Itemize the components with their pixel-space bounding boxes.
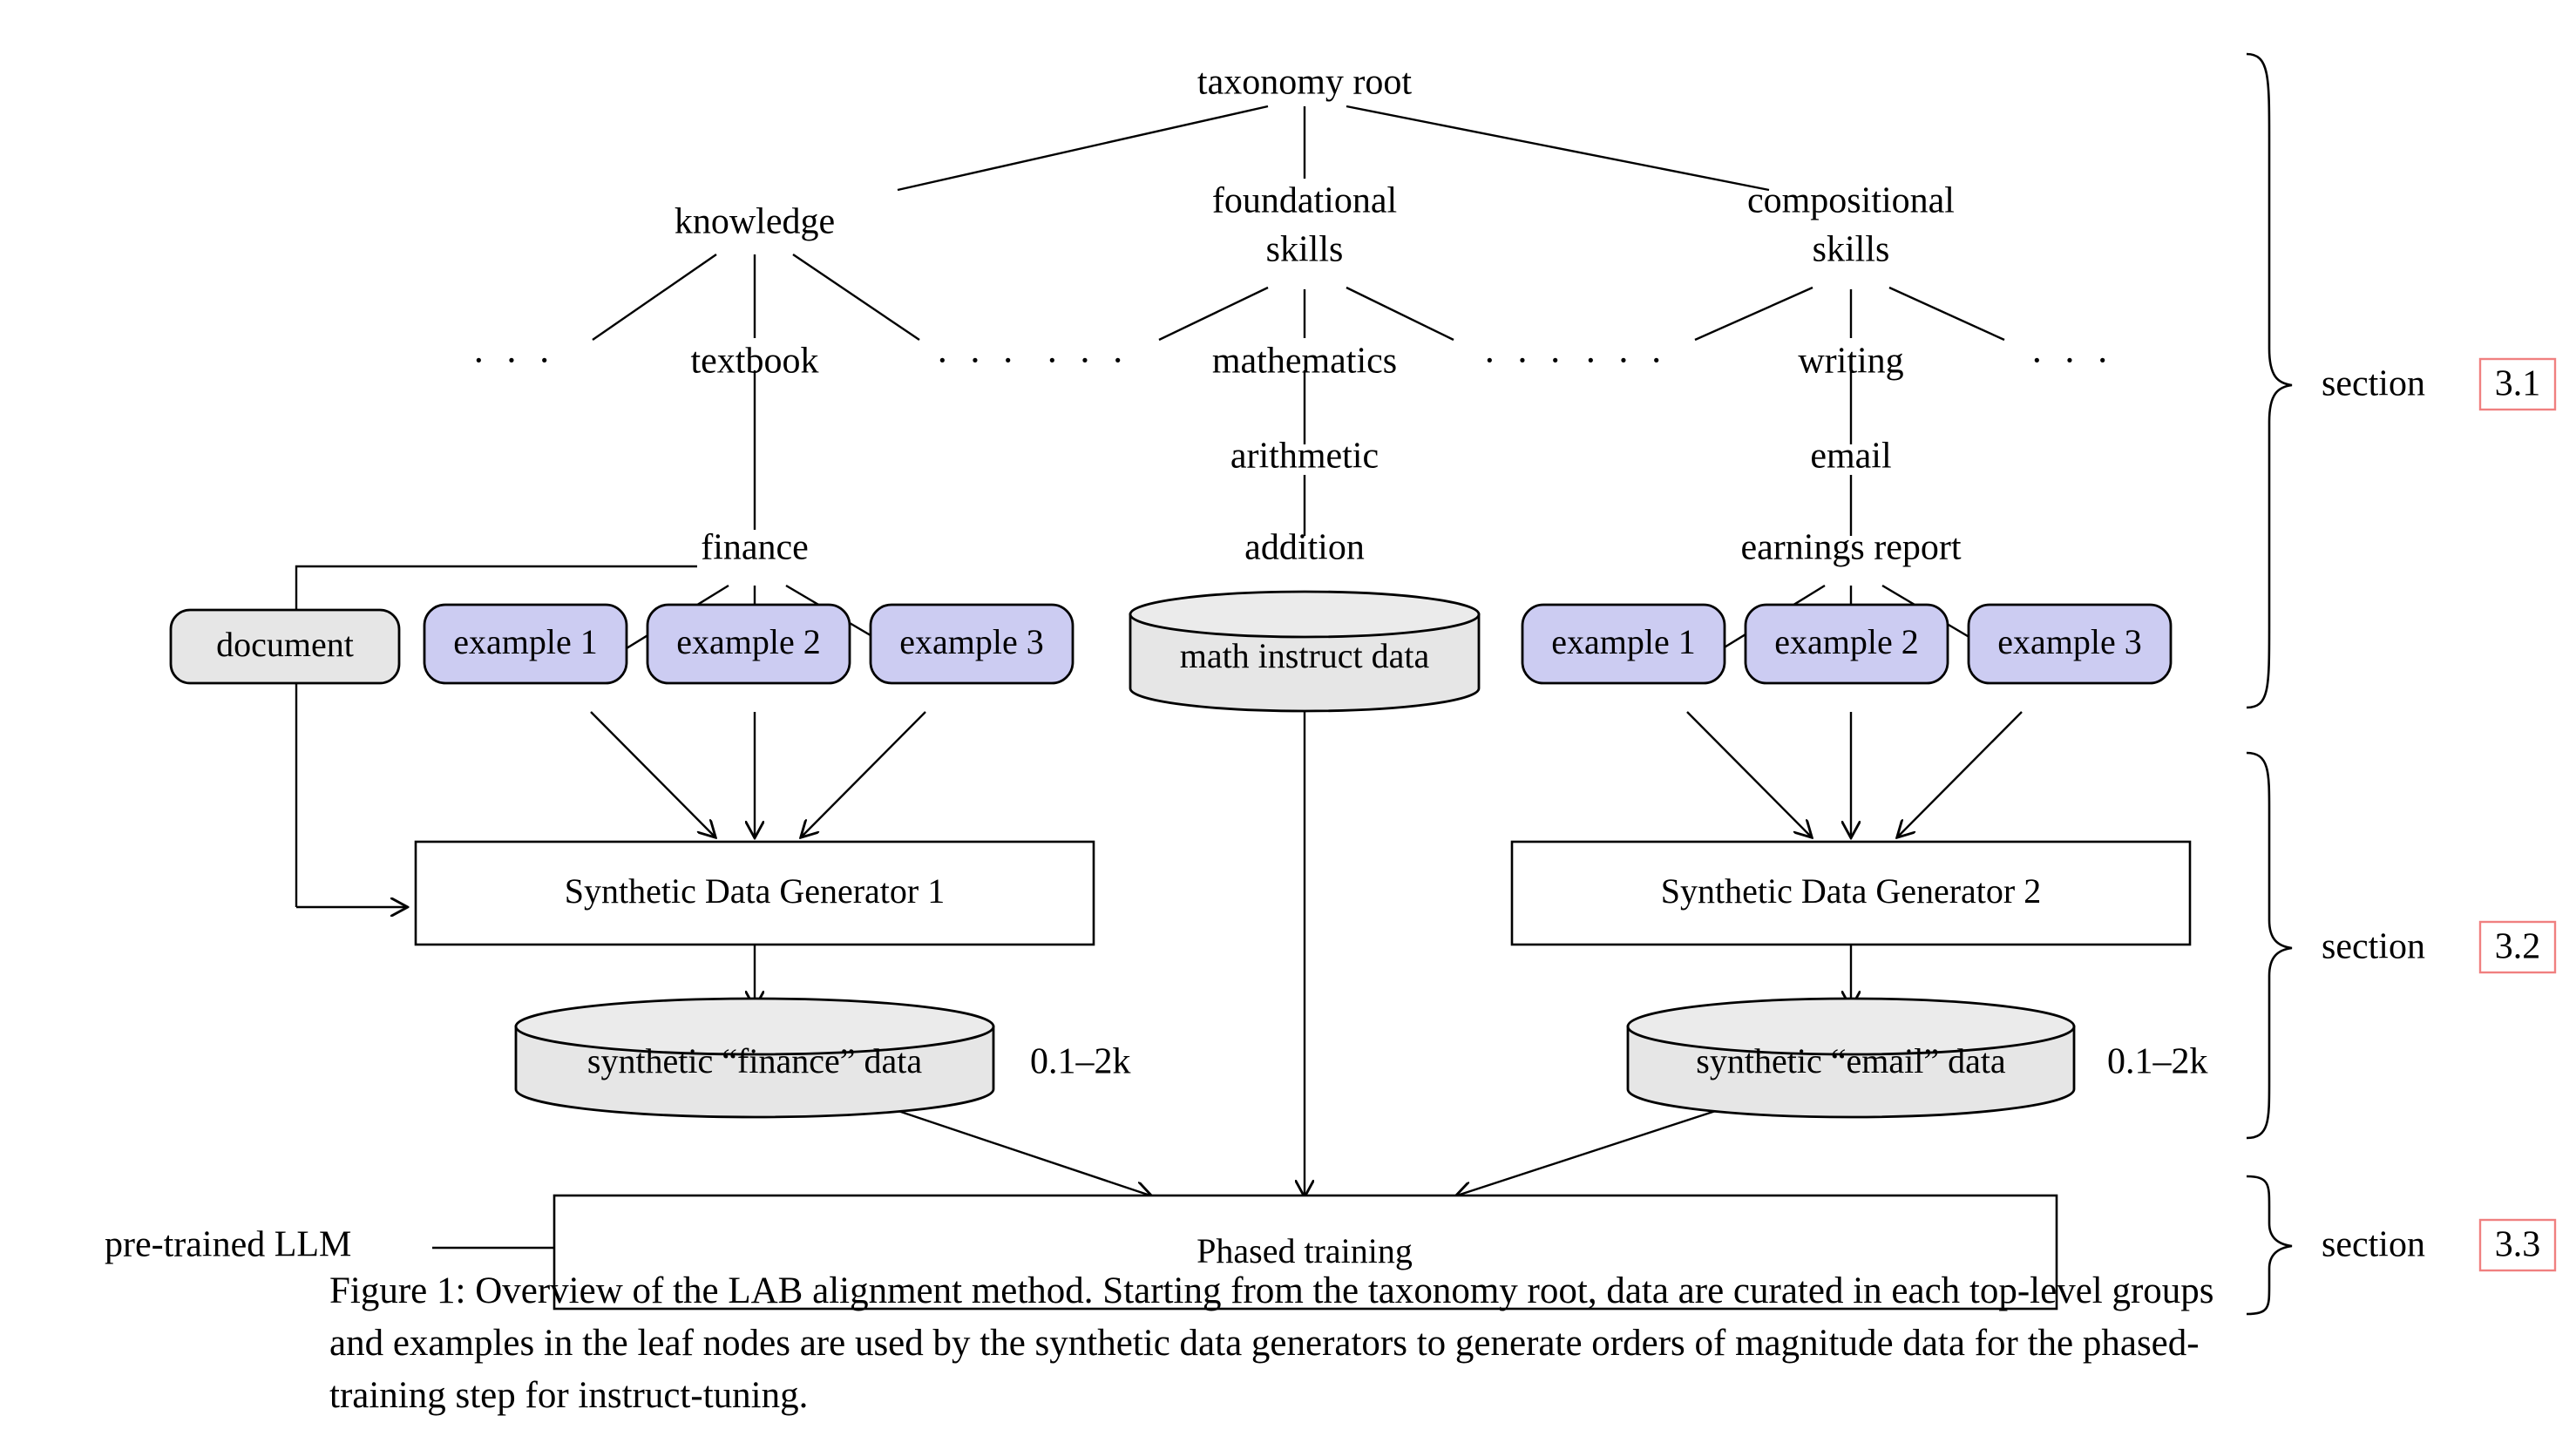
synthetic-finance-data-label: synthetic “finance” data <box>587 1041 922 1080</box>
section-3-2-prefix: section <box>2322 927 2425 967</box>
ellipsis-compositional-left: · · · <box>1584 339 1668 382</box>
node-addition: addition <box>1244 528 1365 568</box>
node-compositional-skills-line2: skills <box>1813 230 1890 270</box>
edges-outputs-to-phased-training <box>879 697 1735 1196</box>
edges-examples-to-generator1 <box>590 711 926 837</box>
generator-2-label: Synthetic Data Generator 2 <box>1661 871 2042 911</box>
edges-compositional-children <box>1694 286 2005 342</box>
node-foundational-skills-line2: skills <box>1266 230 1344 270</box>
node-finance-example-1[interactable]: example 1 <box>423 603 628 685</box>
finance-example-1-label: example 1 <box>453 622 598 661</box>
email-example-3-label: example 3 <box>1997 622 2142 661</box>
node-email-example-1[interactable]: example 1 <box>1521 603 1726 685</box>
ellipsis-knowledge-left: · · · <box>472 339 556 382</box>
math-instruct-data-label: math instruct data <box>1180 636 1430 675</box>
section-3-1-ref[interactable]: 3.1 <box>2495 364 2541 404</box>
figure-container: taxonomy root knowledge foundational ski… <box>0 0 2576 1436</box>
email-data-count: 0.1–2k <box>2107 1042 2208 1082</box>
node-finance: finance <box>701 528 809 568</box>
node-synthetic-data-generator-2[interactable]: Synthetic Data Generator 2 <box>1510 840 2192 946</box>
node-mathematics: mathematics <box>1212 342 1397 382</box>
node-taxonomy-root: taxonomy root <box>1197 63 1412 103</box>
ellipsis-knowledge-right: · · · <box>936 339 1020 382</box>
node-foundational-skills-line1: foundational <box>1212 181 1397 221</box>
edges-foundational-children <box>1158 286 1454 342</box>
figure-caption: Figure 1: Overview of the LAB alignment … <box>329 1270 2214 1417</box>
finance-example-2-label: example 2 <box>676 622 821 661</box>
synthetic-email-data-label: synthetic “email” data <box>1696 1041 2006 1080</box>
ellipsis-foundational-right: · · · <box>1483 339 1567 382</box>
node-compositional-skills-line1: compositional <box>1747 181 1955 221</box>
node-synthetic-email-data[interactable]: synthetic “email” data <box>1626 997 2076 1119</box>
ellipsis-compositional-right: · · · <box>2030 339 2114 382</box>
section-label-3-3: section 3.3 <box>2322 1218 2557 1272</box>
node-document[interactable]: document <box>169 608 401 685</box>
email-example-1-label: example 1 <box>1551 622 1696 661</box>
node-finance-example-3[interactable]: example 3 <box>869 603 1074 685</box>
node-synthetic-data-generator-1[interactable]: Synthetic Data Generator 1 <box>414 840 1095 946</box>
node-knowledge: knowledge <box>675 202 835 242</box>
edges-knowledge-children <box>592 254 920 341</box>
document-label: document <box>216 625 354 664</box>
pre-trained-llm-label: pre-trained LLM <box>105 1225 351 1265</box>
node-synthetic-finance-data[interactable]: synthetic “finance” data <box>514 997 995 1119</box>
email-example-2-label: example 2 <box>1774 622 1919 661</box>
section-3-1-prefix: section <box>2322 364 2425 404</box>
generator-1-label: Synthetic Data Generator 1 <box>565 871 946 911</box>
section-label-3-1: section 3.1 <box>2322 357 2557 411</box>
brace-section-3-3 <box>2246 1175 2293 1316</box>
node-email-example-2[interactable]: example 2 <box>1744 603 1949 685</box>
node-math-instruct-data[interactable]: math instruct data <box>1129 590 1481 713</box>
section-3-2-ref[interactable]: 3.2 <box>2495 927 2541 967</box>
lab-alignment-diagram: taxonomy root knowledge foundational ski… <box>105 52 2557 1316</box>
finance-example-3-label: example 3 <box>899 622 1044 661</box>
node-writing: writing <box>1798 342 1903 382</box>
section-3-3-ref[interactable]: 3.3 <box>2495 1225 2541 1265</box>
node-arithmetic: arithmetic <box>1230 437 1379 477</box>
finance-data-count: 0.1–2k <box>1030 1042 1131 1082</box>
node-email: email <box>1810 437 1891 477</box>
node-earnings-report: earnings report <box>1740 528 1961 568</box>
node-textbook: textbook <box>691 342 819 382</box>
section-3-3-prefix: section <box>2322 1225 2425 1265</box>
brace-section-3-2 <box>2246 751 2293 1140</box>
node-finance-example-2[interactable]: example 2 <box>646 603 851 685</box>
node-email-example-3[interactable]: example 3 <box>1967 603 2173 685</box>
edges-root-to-level1 <box>897 105 1770 192</box>
ellipsis-foundational-left: · · · <box>1046 339 1129 382</box>
brace-section-3-1 <box>2246 52 2293 709</box>
edges-examples-to-generator2 <box>1686 711 2023 837</box>
section-label-3-2: section 3.2 <box>2322 920 2557 974</box>
